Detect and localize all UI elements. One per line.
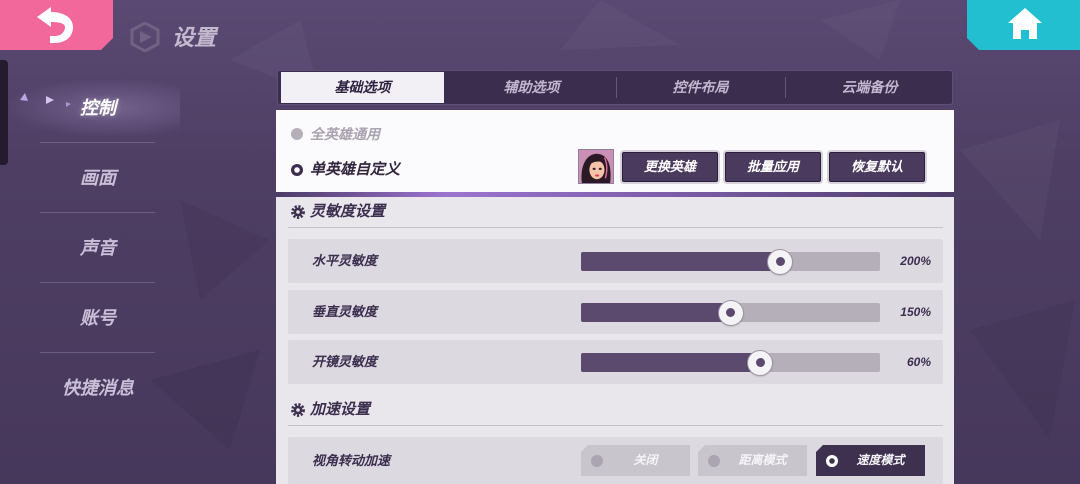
sidebar-item-account[interactable]: 账号 [20, 303, 176, 333]
horizontal-sensitivity-slider[interactable] [581, 249, 880, 274]
setting-label: 垂直灵敏度 [312, 304, 378, 319]
tab-assist-options[interactable]: 辅助选项 [447, 71, 616, 104]
tab-cloud-backup[interactable]: 云端备份 [785, 71, 954, 104]
option-speed-mode[interactable]: 速度模式 [816, 445, 925, 476]
sidebar-item-sound[interactable]: 声音 [20, 233, 176, 263]
home-button[interactable] [967, 0, 1080, 50]
slider-value: 200% [900, 254, 931, 268]
batch-apply-button[interactable]: 批量应用 [725, 152, 821, 182]
slider-knob[interactable] [748, 350, 773, 375]
option-label: 距离模式 [738, 453, 787, 467]
option-distance-mode[interactable]: 距离模式 [698, 445, 807, 476]
vertical-sensitivity-slider[interactable] [581, 300, 880, 325]
sidebar-item-graphics[interactable]: 画面 [20, 163, 176, 193]
slider-knob[interactable] [718, 300, 743, 325]
sidebar-divider [40, 282, 155, 283]
hero-avatar[interactable] [578, 149, 614, 184]
page-title: 设置 [172, 25, 217, 50]
setting-row-camera-acceleration: 视角转动加速 关闭 距离模式 速度模式 [288, 437, 943, 484]
section-divider [288, 425, 943, 426]
setting-label: 视角转动加速 [312, 453, 391, 468]
slider-value: 60% [906, 355, 931, 369]
slider-fill [581, 252, 781, 271]
tab-basic-options[interactable]: 基础选项 [278, 71, 447, 104]
setting-label: 开镜灵敏度 [312, 354, 378, 369]
setting-row-horizontal-sensitivity: 水平灵敏度 200% [288, 239, 943, 283]
side-edge-handle [0, 60, 8, 165]
section-title-sensitivity: 灵敏度设置 [310, 203, 386, 220]
setting-row-scope-sensitivity: 开镜灵敏度 60% [288, 340, 943, 384]
slider-fill [581, 353, 761, 372]
sidebar-divider [40, 212, 155, 213]
radio-all-heroes[interactable]: 全英雄通用 [291, 122, 551, 146]
radio-single-hero[interactable]: 单英雄自定义 [291, 158, 551, 182]
slider-fill [581, 303, 731, 322]
radio-button[interactable] [291, 164, 303, 176]
gear-icon [291, 205, 305, 219]
option-label: 速度模式 [856, 453, 905, 467]
radio-label: 单英雄自定义 [310, 161, 401, 178]
back-button[interactable] [0, 0, 113, 50]
sidebar-item-quick-messages[interactable]: 快捷消息 [20, 373, 176, 403]
setting-row-vertical-sensitivity: 垂直灵敏度 150% [288, 290, 943, 334]
radio-label: 全英雄通用 [310, 126, 380, 142]
option-label: 关闭 [633, 453, 658, 467]
back-arrow-icon [37, 7, 73, 43]
sidebar-divider [40, 352, 155, 353]
section-divider [288, 227, 943, 228]
gear-icon [291, 403, 305, 417]
game-logo-icon [130, 22, 160, 52]
home-icon [1008, 8, 1042, 39]
scope-sensitivity-slider[interactable] [581, 350, 880, 375]
sidebar-divider [40, 142, 155, 143]
settings-panel: 灵敏度设置 水平灵敏度 200% 垂直灵敏度 150% 开镜灵敏度 60% 加速… [276, 197, 954, 484]
radio-button[interactable] [291, 128, 303, 140]
sidebar-item-controls[interactable]: 控制 [20, 93, 176, 123]
restore-default-button[interactable]: 恢复默认 [829, 152, 925, 182]
tab-control-layout[interactable]: 控件布局 [616, 71, 785, 104]
hero-portrait-icon [579, 150, 613, 183]
tab-bar: 基础选项 辅助选项 控件布局 云端备份 [277, 70, 953, 105]
setting-label: 水平灵敏度 [312, 253, 378, 268]
hero-scope-panel: 全英雄通用 单英雄自定义 更换英雄 批量应用 恢复默认 [276, 110, 954, 192]
slider-knob[interactable] [768, 249, 793, 274]
section-title-acceleration: 加速设置 [310, 401, 371, 418]
slider-value: 150% [900, 305, 931, 319]
change-hero-button[interactable]: 更换英雄 [622, 152, 718, 182]
option-off[interactable]: 关闭 [581, 445, 690, 476]
